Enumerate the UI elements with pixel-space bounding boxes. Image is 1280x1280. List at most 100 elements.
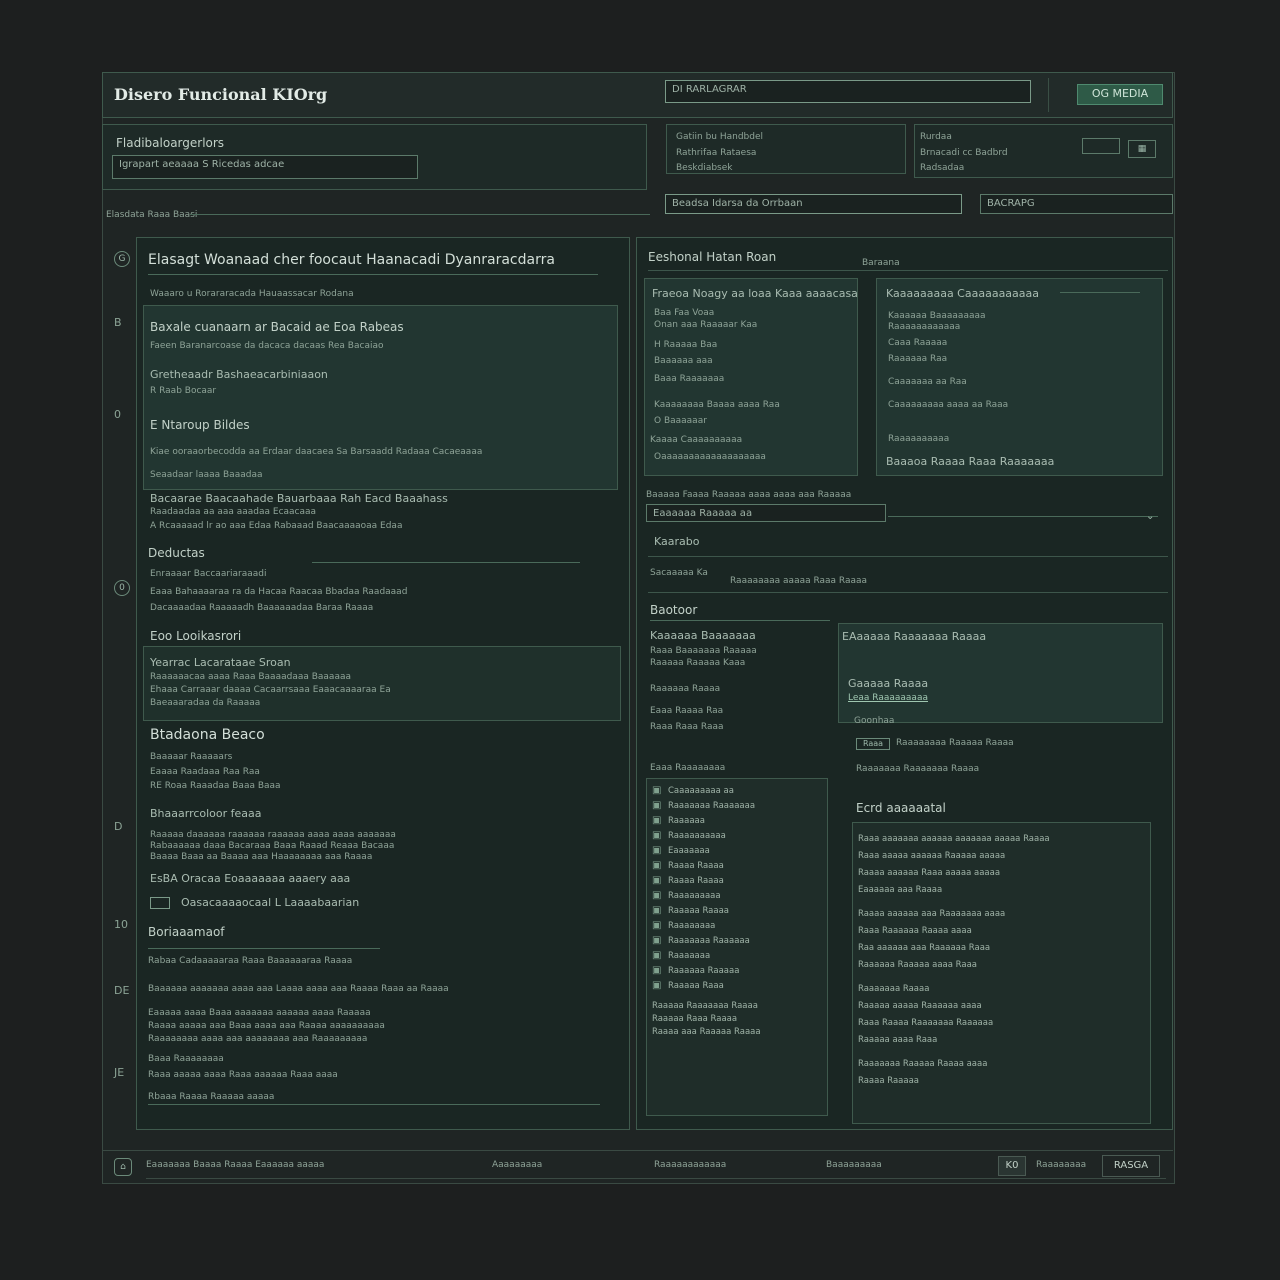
page-indicator[interactable]: K0 xyxy=(998,1156,1026,1176)
d-row: Eaaaaa aaaa Baaa aaaaaaa aaaaaa aaaa Raa… xyxy=(148,1008,371,1018)
card-para: A Rcaaaaad lr ao aaa Edaa Rabaaad Baacaa… xyxy=(150,521,403,531)
list-item[interactable]: ▣ Raaaaaaaaa xyxy=(652,890,822,905)
lower-left-row: Raaa Baaaaaaa Raaaaa xyxy=(650,646,757,656)
list-item[interactable]: ▣ Raaaaaa xyxy=(652,815,822,830)
app-title: Disero Funcional KIOrg xyxy=(114,85,328,104)
lower-left-row: Raaa Raaa Raaa xyxy=(650,722,724,732)
gutter-icon[interactable]: G xyxy=(114,251,130,267)
list-head: Eaaa Raaaaaaaa xyxy=(650,763,726,773)
deductas-line: Enraaaar Baccaariaraaadi xyxy=(150,569,267,579)
card-a-row: Kaaaa Caaaaaaaaaa xyxy=(650,435,743,445)
detail-rows: Raaa aaaaaaa aaaaaa aaaaaaa aaaaa Raaaa R… xyxy=(858,834,1146,1093)
detail-row: Raaaa aaaaaa aaa Raaaaaaa aaaa xyxy=(858,909,1006,919)
d-row: Raaa aaaaa aaaa Raaa aaaaaa Raaa aaaa xyxy=(148,1070,338,1080)
toggle-button[interactable] xyxy=(1082,138,1120,154)
footer-mid-3: Baaaaaaaaa xyxy=(826,1160,882,1170)
list-bullet-icon: ▣ xyxy=(652,785,662,796)
list-item[interactable]: ▣ Raaaa Raaaa xyxy=(652,875,822,890)
filter-block-1-line: Gatiin bu Handbdel xyxy=(676,132,764,142)
card-a-row: Baaaaaa aaa xyxy=(654,356,713,366)
gutter-icon[interactable]: 0 xyxy=(114,580,130,596)
grid-icon[interactable]: ▦ xyxy=(1128,140,1156,158)
gutter-marker: D xyxy=(114,820,123,833)
breadcrumb: Elasdata Raaa Baasi xyxy=(106,210,198,220)
card-c-sub: Gaaaaa Raaaa xyxy=(848,677,929,690)
card-para: Kiae ooraaorbecodda aa Erdaar daacaea Sa… xyxy=(150,447,483,457)
search-input[interactable]: DI RARLAGRAR xyxy=(665,80,1031,103)
d-row: Baaaaaa aaaaaaa aaaa aaa Laaaa aaaa aaa … xyxy=(148,984,449,994)
footer-badge[interactable]: RASGA xyxy=(1102,1155,1160,1177)
card-a-row: O Baaaaaar xyxy=(654,416,707,426)
list-item[interactable]: ▣ Raaaaaaaa xyxy=(652,920,822,935)
primary-button[interactable]: OG MEDIA xyxy=(1077,84,1163,105)
gutter-marker: DE xyxy=(114,984,130,997)
booklet-row: Baeaaaradaa da Raaaaa xyxy=(150,698,261,708)
section-c: Bhaaarrcoloor feaaa xyxy=(150,807,262,820)
list-item-label: Raaaaaaa Raaaaaa xyxy=(668,936,750,946)
list-item[interactable]: ▣ Raaaaaaa Raaaaaaa xyxy=(652,800,822,815)
list-item-label: Raaaaaaaaa xyxy=(668,891,721,901)
section-deductas: Deductas xyxy=(148,546,205,560)
gutter-marker: 0 xyxy=(114,408,121,421)
list-item-label: Raaaaaa Raaaaa xyxy=(668,966,740,976)
c-footer: EsBA Oracaa Eoaaaaaaa aaaery aaa xyxy=(150,872,351,885)
filter-block-2-line: Rurdaa xyxy=(920,132,952,142)
list-item[interactable]: ▣ Raaaaa Raaaa xyxy=(652,905,822,920)
booklet-row: Ehaaa Carraaar daaaa Cacaarrsaaa Eaaacaa… xyxy=(150,685,391,695)
list-item[interactable]: ▣ Raaaaaaaaaa xyxy=(652,830,822,845)
list-bullet-icon: ▣ xyxy=(652,980,662,991)
detail-row: Raaaaaa Raaaaa aaaa Raaa xyxy=(858,960,978,970)
sub-row: Baaaaar Raaaaars xyxy=(150,752,233,762)
list-bullet-icon: ▣ xyxy=(652,815,662,826)
list-item[interactable]: ▣ Raaaa Raaaa xyxy=(652,860,822,875)
filter-field[interactable]: Igrapart aeaaaa S Ricedas adcae xyxy=(112,155,418,179)
list-item[interactable]: ▣ Raaaaa Raaa xyxy=(652,980,822,995)
list-footer-row: Raaaaa Raaaaaaa Raaaa xyxy=(652,1001,758,1011)
list-item[interactable]: ▣ Eaaaaaaa xyxy=(652,845,822,860)
card-b-title: Kaaaaaaaaa Caaaaaaaaaaa xyxy=(886,287,1040,300)
list-bullet-icon: ▣ xyxy=(652,830,662,841)
list-item[interactable]: ▣ Raaaaaa Raaaaa xyxy=(652,965,822,980)
list-item-label: Raaaaaaa Raaaaaaa xyxy=(668,801,756,811)
card-b-row: Caaaaaaaaa aaaa aa Raaa xyxy=(888,400,1009,410)
d-row: Raaaaaaaa aaaa aaa aaaaaaaa aaa Raaaaaaa… xyxy=(148,1034,368,1044)
list-bullet-icon: ▣ xyxy=(652,890,662,901)
lower-left-title: Kaaaaaa Baaaaaaa xyxy=(650,629,756,642)
list-item-label: Raaaaaaa xyxy=(668,951,711,961)
home-icon[interactable]: ⌂ xyxy=(114,1158,132,1176)
select-1[interactable]: Beadsa Idarsa da Orrbaan xyxy=(665,194,962,214)
card-b-row: Caaa Raaaaa xyxy=(888,338,948,348)
sub-row: Eaaaa Raadaaa Raa Raa xyxy=(150,767,260,777)
chevron-down-icon[interactable]: ⌄ xyxy=(1146,511,1154,522)
list-bullet-icon: ▣ xyxy=(652,935,662,946)
search-label: Kaarabo xyxy=(654,535,700,548)
select-2[interactable]: BACRAPG xyxy=(980,194,1173,214)
detail-row: Raaa Raaaaaa Raaaa aaaa xyxy=(858,926,972,936)
footer-mid-2: Raaaaaaaaaaaa xyxy=(654,1160,727,1170)
left-heading: Elasagt Woanaad cher foocaut Haanacadi D… xyxy=(148,252,555,268)
c-row: Baaaa Baaa aa Baaaa aaa Haaaaaaaa aaa Ra… xyxy=(150,852,373,862)
card-a-row: Kaaaaaaaa Baaaa aaaa Raa xyxy=(654,400,780,410)
list-item[interactable]: ▣ Raaaaaaa Raaaaaa xyxy=(652,935,822,950)
strip-input[interactable]: Eaaaaaa Raaaaa aa xyxy=(646,504,886,522)
list-item-label: Raaaaaa xyxy=(668,816,705,826)
section-d: Boriaaamaof xyxy=(148,925,225,939)
checkbox[interactable] xyxy=(150,897,170,909)
footer-left: Eaaaaaaa Baaaa Raaaa Eaaaaaa aaaaa xyxy=(146,1160,325,1170)
card-para: Raadaadaa aa aaa aaadaa Ecaacaaa xyxy=(150,507,317,517)
section-label: Baotoor xyxy=(650,603,698,617)
card-line: R Raab Bocaar xyxy=(150,386,217,396)
list-item-label: Eaaaaaaa xyxy=(668,846,710,856)
card-c-link[interactable]: Leaa Raaaaaaaaa xyxy=(848,693,928,703)
card-c-row: Raaaaaaaa Raaaaa Raaaa xyxy=(896,738,1014,748)
card-c-title: EAaaaaa Raaaaaaa Raaaa xyxy=(842,630,987,643)
detail-row: Raaaaaaa Raaaaa Raaaa aaaa xyxy=(858,1059,988,1069)
list-bullet-icon: ▣ xyxy=(652,920,662,931)
right-heading-right: Baraana xyxy=(862,258,900,268)
list-item[interactable]: ▣ Raaaaaaa xyxy=(652,950,822,965)
list-item[interactable]: ▣ Caaaaaaaaa aa xyxy=(652,785,822,800)
card-c-chip[interactable]: Raaa xyxy=(856,738,890,750)
footer-right: Raaaaaaaa xyxy=(1036,1160,1087,1170)
detail-row: Raaa aaaaaaa aaaaaa aaaaaaa aaaaa Raaaa xyxy=(858,834,1050,844)
checkbox-label: Oasacaaaaocaal L Laaaabaarian xyxy=(181,896,360,909)
